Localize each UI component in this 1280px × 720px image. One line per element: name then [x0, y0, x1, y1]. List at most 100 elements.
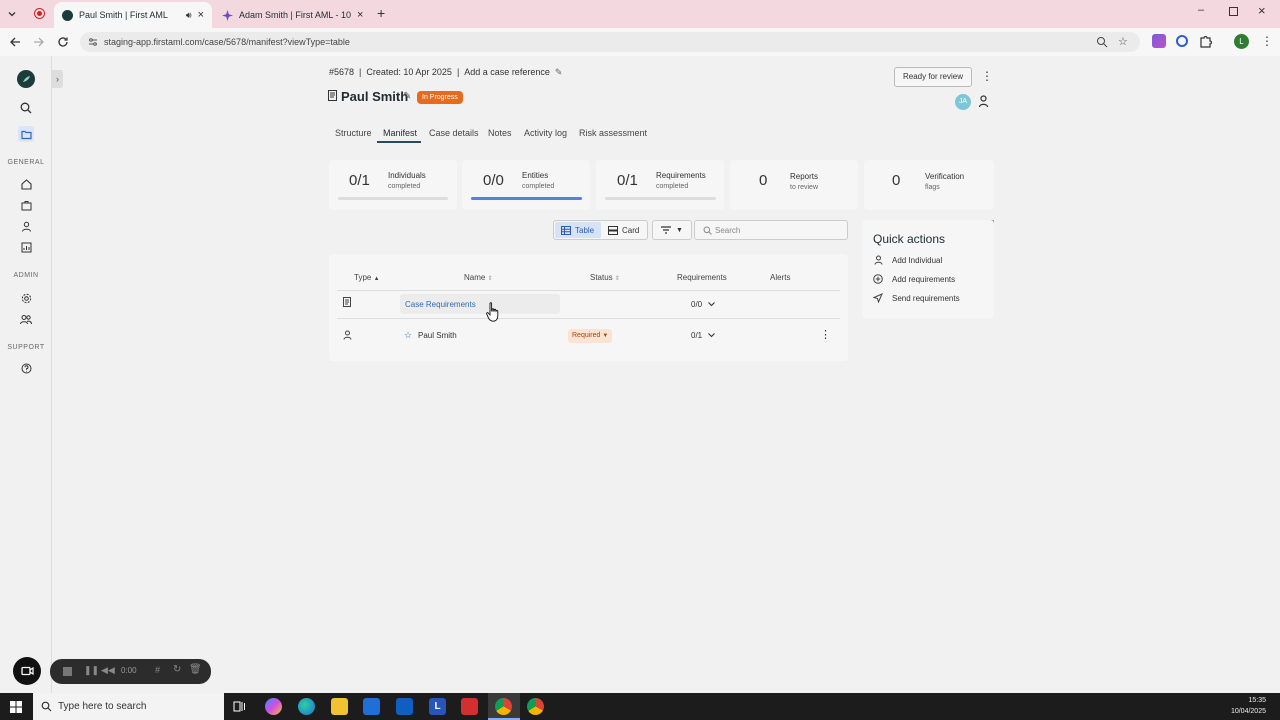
- settings-gear-icon[interactable]: [18, 290, 34, 306]
- tab-case-details[interactable]: Case details: [429, 128, 479, 138]
- restore-window-icon[interactable]: [1229, 7, 1238, 16]
- taskbar-search-input[interactable]: Type here to search: [33, 693, 224, 720]
- team-users-icon[interactable]: [18, 311, 34, 327]
- edit-pencil-icon[interactable]: ✎: [555, 67, 563, 78]
- person-icon[interactable]: [18, 218, 34, 234]
- back-icon[interactable]: [8, 35, 22, 49]
- add-individual-action[interactable]: Add Individual: [892, 256, 942, 265]
- tab-paul-smith[interactable]: Paul Smith | First AML 🔊︎ ×: [54, 2, 212, 28]
- address-bar[interactable]: staging-app.firstaml.com/case/5678/manif…: [80, 32, 1140, 52]
- chrome-taskbar-active[interactable]: [488, 693, 520, 720]
- close-tab-icon[interactable]: ×: [357, 9, 363, 21]
- system-clock[interactable]: 15:35 10/04/2025: [1231, 695, 1266, 717]
- requirements-count: 0/1: [691, 331, 703, 340]
- add-case-reference-link[interactable]: Add a case reference: [464, 67, 550, 78]
- card-requirements[interactable]: 0/1 Requirements completed: [596, 160, 724, 210]
- card-reports[interactable]: 0 Reports to review: [730, 160, 858, 210]
- case-requirements-link[interactable]: Case Requirements: [405, 300, 476, 309]
- close-tab-icon[interactable]: ×: [198, 9, 204, 21]
- expand-sidebar-icon[interactable]: ›: [52, 70, 63, 88]
- outlook-icon[interactable]: [396, 698, 413, 715]
- card-entities[interactable]: 0/0 Entities completed: [462, 160, 590, 210]
- card-sub: flags: [925, 184, 940, 191]
- send-requirements-action[interactable]: Send requirements: [892, 294, 960, 303]
- entity-name[interactable]: Paul Smith: [418, 331, 457, 340]
- file-explorer-icon[interactable]: [331, 698, 348, 715]
- lync-app-icon[interactable]: L: [429, 698, 446, 715]
- assignee-avatar[interactable]: JA: [955, 94, 971, 110]
- trash-icon[interactable]: 🗑︎: [189, 664, 202, 675]
- status-badge: In Progress: [417, 91, 463, 104]
- favorite-star-icon[interactable]: ☆: [404, 330, 412, 341]
- extension-copilot-icon[interactable]: [1152, 34, 1166, 48]
- help-icon[interactable]: [18, 360, 34, 376]
- active-tab-indicator: [377, 141, 421, 143]
- row-menu-icon[interactable]: ⋮: [820, 328, 831, 341]
- microsoft-store-icon[interactable]: [363, 698, 380, 715]
- assign-user-icon[interactable]: [978, 95, 989, 108]
- new-tab-icon[interactable]: +: [377, 5, 385, 21]
- tab-structure[interactable]: Structure: [335, 128, 372, 138]
- pause-icon[interactable]: ❚❚: [84, 665, 99, 676]
- site-info-icon[interactable]: [88, 37, 98, 47]
- briefcase-icon[interactable]: [18, 197, 34, 213]
- header-divider: [337, 290, 840, 291]
- tab-adam-smith[interactable]: Adam Smith | First AML - 10 Ap ×: [214, 2, 372, 28]
- sparkle-favicon-icon: [222, 9, 233, 21]
- search-icon[interactable]: [18, 100, 34, 116]
- recording-time: 0:00: [121, 666, 137, 675]
- column-header-status[interactable]: Status ⇕: [590, 273, 620, 282]
- reports-icon[interactable]: [18, 239, 34, 255]
- table-view-button[interactable]: Table: [555, 222, 601, 238]
- home-icon[interactable]: [18, 176, 34, 192]
- required-status-dropdown[interactable]: Required ▼: [568, 329, 613, 343]
- extensions-puzzle-icon[interactable]: [1199, 34, 1213, 48]
- card-view-button[interactable]: Card: [604, 222, 648, 238]
- close-window-icon[interactable]: ×: [1258, 3, 1266, 18]
- tab-activity-log[interactable]: Activity log: [524, 128, 567, 138]
- card-individuals[interactable]: 0/1 Individuals completed: [329, 160, 457, 210]
- edge-browser-icon[interactable]: [298, 698, 315, 715]
- browser-menu-icon[interactable]: ⋮: [1261, 34, 1273, 48]
- card-label: Entities: [522, 171, 549, 180]
- extension-password-icon[interactable]: [1176, 35, 1188, 47]
- tab-risk-assessment[interactable]: Risk assessment: [579, 128, 647, 138]
- mcafee-icon[interactable]: [461, 698, 478, 715]
- forward-icon[interactable]: [32, 35, 46, 49]
- task-view-icon[interactable]: [233, 700, 246, 713]
- column-header-alerts: Alerts: [770, 273, 791, 282]
- section-admin-label: ADMIN: [13, 272, 39, 279]
- expand-chevron-icon[interactable]: [707, 331, 716, 339]
- restart-icon[interactable]: ↻: [173, 664, 181, 675]
- filter-button[interactable]: ▼: [652, 220, 692, 240]
- ready-for-review-button[interactable]: Ready for review: [894, 67, 972, 87]
- tab-list-chevron-icon[interactable]: [5, 7, 19, 21]
- zoom-icon[interactable]: [1096, 36, 1108, 48]
- column-header-type[interactable]: Type ▲: [354, 273, 380, 282]
- first-aml-logo-icon[interactable]: [17, 70, 35, 88]
- tab-manifest[interactable]: Manifest: [383, 128, 417, 138]
- expand-chevron-icon[interactable]: [707, 300, 716, 308]
- case-menu-icon[interactable]: ⋮: [981, 69, 993, 83]
- card-verification-flags[interactable]: 0 Verification flags: [864, 160, 994, 210]
- profile-avatar[interactable]: L: [1234, 34, 1249, 49]
- camera-record-button[interactable]: [13, 657, 41, 685]
- card-label: Individuals: [388, 171, 426, 180]
- add-requirements-action[interactable]: Add requirements: [892, 275, 955, 284]
- audio-playing-icon[interactable]: 🔊︎: [186, 10, 192, 21]
- copilot-app-icon[interactable]: [265, 698, 282, 715]
- stop-icon[interactable]: [63, 667, 72, 676]
- search-input[interactable]: Search: [694, 220, 848, 240]
- tab-notes[interactable]: Notes: [488, 128, 512, 138]
- reload-icon[interactable]: [56, 35, 70, 49]
- bookmark-star-icon[interactable]: ☆: [1118, 35, 1128, 48]
- clock-date: 10/04/2025: [1230, 708, 1266, 715]
- cases-folder-icon[interactable]: [18, 126, 34, 142]
- column-header-name[interactable]: Name ⇕: [464, 273, 493, 282]
- windows-start-icon[interactable]: [10, 701, 22, 713]
- chrome-profile-icon[interactable]: [527, 698, 544, 715]
- edit-title-pencil-icon[interactable]: ✎: [403, 91, 411, 102]
- rewind-icon[interactable]: ◀◀: [101, 665, 115, 676]
- grid-icon[interactable]: #: [155, 665, 160, 675]
- minimize-window-icon[interactable]: –: [1198, 4, 1204, 16]
